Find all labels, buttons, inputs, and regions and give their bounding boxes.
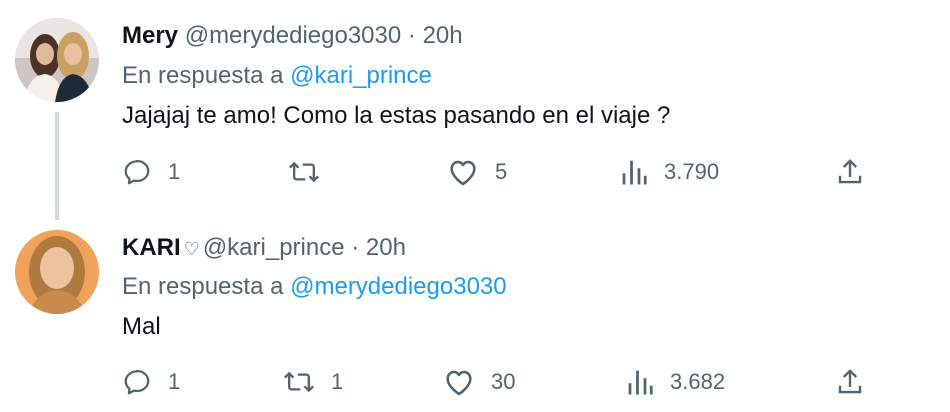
share-icon bbox=[838, 159, 862, 184]
tweet-kari[interactable]: KARI ♡ @kari_prince · 20h En respuesta a @… bbox=[0, 220, 950, 412]
reply-icon bbox=[124, 369, 150, 395]
reply-prefix: En respuesta a bbox=[122, 62, 284, 89]
reply-button[interactable]: 1 bbox=[122, 367, 180, 397]
avatar[interactable] bbox=[15, 230, 99, 314]
action-bar: 1 5 3.790 bbox=[0, 155, 950, 189]
tweet-header: KARI ♡ @kari_prince · 20h bbox=[122, 234, 406, 262]
tweet-header: Mery @merydediego3030 · 20h bbox=[122, 22, 463, 50]
display-name[interactable]: KARI bbox=[122, 234, 181, 261]
views-count: 3.682 bbox=[670, 369, 726, 394]
avatar-photo-icon bbox=[15, 230, 99, 314]
like-button[interactable]: 30 bbox=[443, 367, 515, 397]
reply-context: En respuesta a @merydediego3030 bbox=[122, 273, 507, 301]
heart-icon bbox=[450, 160, 476, 186]
avatar[interactable] bbox=[15, 18, 99, 102]
timestamp[interactable]: 20h bbox=[423, 22, 463, 49]
tweet-mery[interactable]: Mery @merydediego3030 · 20h En respuesta… bbox=[0, 0, 950, 220]
reply-count: 1 bbox=[168, 369, 181, 394]
retweet-icon bbox=[289, 161, 319, 183]
timestamp[interactable]: 20h bbox=[366, 234, 406, 261]
avatar-photo-icon bbox=[15, 18, 99, 102]
heart-icon bbox=[446, 370, 472, 396]
like-count: 30 bbox=[491, 369, 516, 394]
tweet-text: Mal bbox=[122, 313, 161, 340]
reply-context: En respuesta a @kari_prince bbox=[122, 62, 432, 90]
views-count: 3.790 bbox=[664, 159, 720, 184]
views-button[interactable]: 3.790 bbox=[620, 157, 719, 187]
views-icon bbox=[628, 370, 653, 395]
retweet-count: 1 bbox=[331, 369, 344, 394]
views-icon bbox=[622, 160, 647, 185]
separator-dot: · bbox=[351, 234, 360, 261]
retweet-icon bbox=[284, 371, 314, 393]
name-heart-symbol: ♡ bbox=[183, 239, 200, 259]
share-icon bbox=[838, 369, 862, 394]
like-button[interactable]: 5 bbox=[447, 157, 507, 187]
views-button[interactable]: 3.682 bbox=[626, 367, 725, 397]
share-button[interactable] bbox=[835, 157, 865, 187]
user-handle[interactable]: @merydediego3030 bbox=[185, 22, 402, 49]
display-name[interactable]: Mery bbox=[122, 22, 178, 49]
reply-button[interactable]: 1 bbox=[122, 157, 180, 187]
share-button[interactable] bbox=[835, 367, 865, 397]
like-count: 5 bbox=[495, 159, 508, 184]
reply-icon bbox=[124, 159, 150, 185]
action-bar: 1 1 30 3.682 bbox=[0, 365, 950, 399]
reply-mention-link[interactable]: @kari_prince bbox=[290, 62, 432, 89]
reply-prefix: En respuesta a bbox=[122, 273, 284, 300]
tweet-text: Jajajaj te amo! Como la estas pasando en… bbox=[122, 102, 671, 129]
reply-count: 1 bbox=[168, 159, 181, 184]
reply-mention-link[interactable]: @merydediego3030 bbox=[290, 273, 507, 300]
user-handle[interactable]: @kari_prince bbox=[203, 234, 345, 261]
separator-dot: · bbox=[407, 22, 416, 49]
retweet-button[interactable]: 1 bbox=[283, 367, 343, 397]
retweet-button[interactable] bbox=[288, 157, 336, 187]
